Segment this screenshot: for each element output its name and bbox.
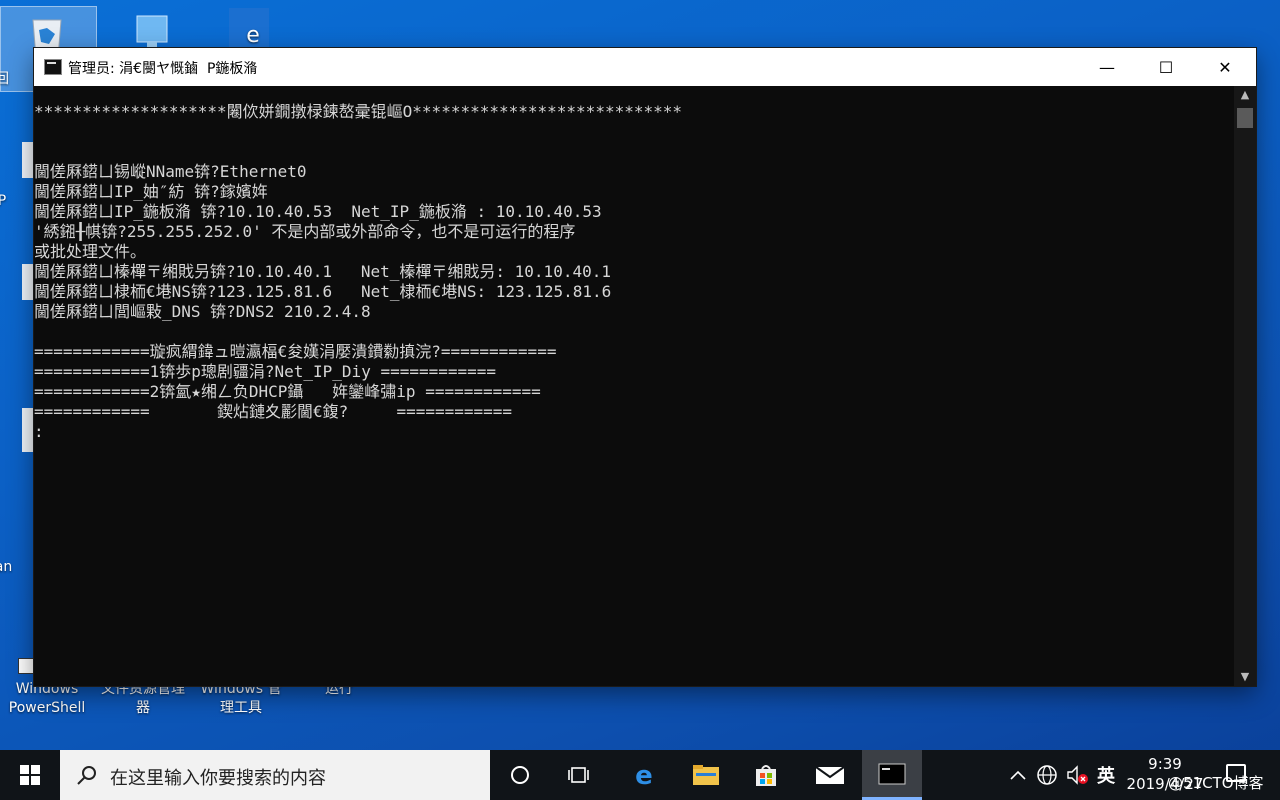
svg-text:e: e — [246, 23, 260, 48]
folder-icon — [693, 765, 719, 785]
scroll-down-arrow-icon[interactable]: ▼ — [1234, 668, 1256, 686]
scroll-thumb[interactable] — [1237, 108, 1253, 128]
ime-indicator[interactable]: 英 — [1092, 750, 1120, 800]
vertical-scrollbar[interactable]: ▲ ▼ — [1234, 86, 1256, 686]
volume-muted-icon — [1067, 765, 1088, 785]
console-line: 或批处理文件。 — [34, 242, 147, 261]
console-line: '綉鎺╂帺锛?255.255.252.0' 不是内部或外部命令，也不是可运行的程… — [34, 222, 576, 241]
show-hidden-icons-button[interactable] — [1006, 750, 1030, 800]
cortana-circle-icon — [511, 766, 529, 784]
windows-logo-icon — [20, 765, 40, 785]
scroll-up-arrow-icon[interactable]: ▲ — [1234, 86, 1256, 104]
search-placeholder: 在这里输入你要搜索的内容 — [110, 768, 326, 789]
store-icon — [756, 765, 776, 786]
console-line: ============ 鍥炶鏈夊彲閫€鍑? ============ — [34, 402, 513, 421]
console-output[interactable]: ********************闂佽姘鐗撴椂鍊嶅彚锟嶇O********… — [34, 86, 1234, 686]
taskbar-mail[interactable] — [800, 750, 860, 800]
desktop-stub-icon — [22, 264, 34, 300]
desktop-stub-icon — [22, 408, 34, 452]
title-bar[interactable]: 管理员: 涓€閿ヤ慨鏀 P鍦板潃 — ☐ ✕ — [34, 48, 1256, 86]
console-line: ============1锛歩p璁剧疆涓?Net_IP_Diy ========… — [34, 362, 497, 381]
taskbar-edge[interactable]: e — [614, 750, 674, 800]
task-view-icon — [568, 767, 589, 783]
desktop-stub-icon — [22, 142, 34, 178]
minimize-button[interactable]: — — [1078, 48, 1136, 86]
cmd-icon[interactable] — [44, 59, 62, 75]
maximize-button[interactable]: ☐ — [1137, 48, 1195, 86]
console-line: 閫傞厤鍣ㄩ榛樿〒缃戝叧锛?10.10.40.1 Net_榛樿〒缃戝叧: 10.1… — [34, 262, 611, 281]
console-line: 閫傞厤鍣ㄩIP_鍦板潃 锛?10.10.40.53 Net_IP_鍦板潃 : 1… — [34, 202, 602, 221]
task-view-button[interactable] — [550, 750, 610, 800]
console-line: 閫傞厤鍣ㄩ閭嶇敤_DNS 锛?DNS2 210.2.4.8 — [34, 302, 371, 321]
console-line: ============2锛氳★缃ㄥ负DHCP鑷 姩鑾峰彇ip ========… — [34, 382, 541, 401]
edge-icon: e — [635, 762, 653, 788]
window-title: 管理员: 涓€閿ヤ慨鏀 P鍦板潃 — [68, 61, 258, 77]
chevron-up-icon — [1010, 770, 1026, 780]
search-icon — [77, 766, 96, 785]
action-center-icon[interactable] — [1226, 764, 1246, 782]
start-button[interactable] — [0, 750, 60, 800]
network-button[interactable] — [1034, 750, 1060, 800]
globe-icon — [1037, 765, 1057, 785]
console-line: 閫傞厤鍣ㄩIP_妯″紡 锛?鎵嬪姩 — [34, 182, 268, 201]
console-line: 閫傞厤鍣ㄩ棣栭€塂NS锛?123.125.81.6 Net_棣栭€塂NS: 12… — [34, 282, 612, 301]
taskbar-store[interactable] — [736, 750, 796, 800]
close-button[interactable]: ✕ — [1196, 48, 1254, 86]
console-window[interactable]: 管理员: 涓€閿ヤ慨鏀 P鍦板潃 — ☐ ✕ *****************… — [34, 48, 1256, 686]
console-line: ============璇疯緭鍏ュ暟瀛楅€夋嫨涓嬮潰鐨勬搷浣?=========… — [34, 342, 557, 361]
cmd-icon — [878, 763, 906, 784]
console-line: ********************闂佽姘鐗撴椂鍊嶅彚锟嶇O********… — [34, 102, 683, 121]
mail-icon — [815, 766, 845, 784]
volume-button[interactable] — [1064, 750, 1090, 800]
clock-time: 9:39 — [1148, 755, 1182, 773]
watermark: @51CTO博客 — [1168, 774, 1264, 792]
cortana-button[interactable] — [490, 750, 550, 800]
svg-text:e: e — [635, 762, 653, 788]
search-box[interactable]: 在这里输入你要搜索的内容 — [60, 750, 490, 800]
taskbar: 在这里输入你要搜索的内容 e 英 9:39 2019/4/27 @51CTO博客 — [0, 750, 1280, 800]
shortcut-arrow-icon — [18, 658, 34, 674]
console-line: 閫傞厤鍣ㄩ锡嵷NName锛?Ethernet0 — [34, 162, 307, 181]
console-line: : — [34, 422, 44, 441]
taskbar-file-explorer[interactable] — [676, 750, 736, 800]
taskbar-cmd[interactable] — [862, 750, 922, 800]
